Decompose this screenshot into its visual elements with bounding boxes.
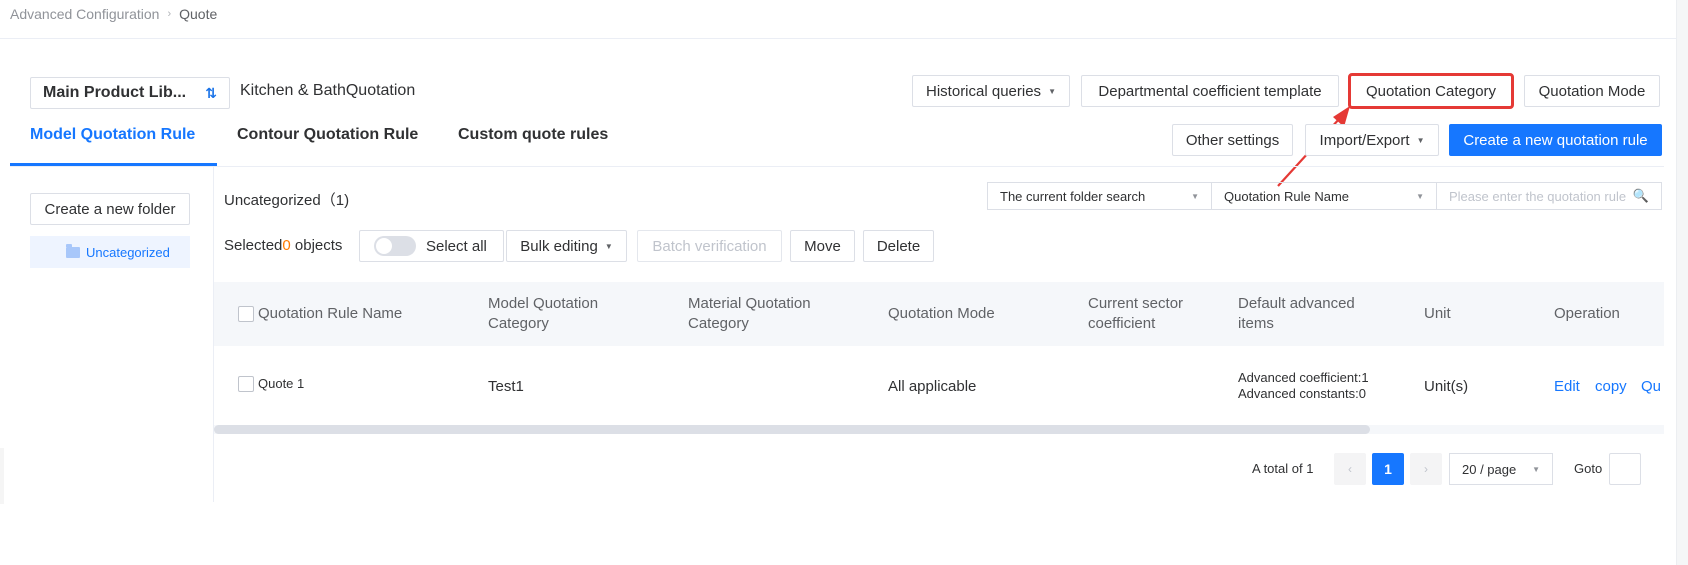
batch-verification-button[interactable]: Batch verification [637, 230, 782, 262]
more-operation-link[interactable]: Qu [1641, 378, 1662, 395]
row-name: Quote 1 [258, 376, 305, 391]
prev-page-button[interactable]: ‹ [1334, 453, 1366, 485]
left-edge-handle [0, 448, 4, 504]
row-mode: All applicable [888, 378, 977, 395]
column-header-line: Category [688, 315, 749, 332]
selected-suffix: objects [290, 237, 343, 254]
column-header-name[interactable]: Quotation Rule Name [258, 304, 402, 324]
column-header-operation: Operation [1554, 305, 1620, 322]
search-icon[interactable]: 🔍 [1633, 188, 1649, 204]
import-export-label: Import/Export [1319, 131, 1410, 149]
folder-item-label: Uncategorized [86, 244, 170, 260]
selected-prefix: Selected [224, 237, 283, 254]
caret-down-icon: ▼ [1416, 135, 1425, 145]
row-advanced-coefficient: Advanced coefficient:1 [1238, 370, 1369, 385]
tab-custom-quote-rules[interactable]: Custom quote rules [458, 126, 608, 144]
search-field-select[interactable]: Quotation Rule Name ▼ [1212, 182, 1437, 210]
pagination-total: A total of 1 [1252, 461, 1314, 476]
selected-count: 0 [282, 237, 291, 254]
column-header-line: Model Quotation [488, 295, 599, 312]
move-label: Move [804, 237, 841, 255]
create-folder-button[interactable]: Create a new folder [30, 193, 190, 225]
column-header-mode[interactable]: Quotation Mode [888, 304, 995, 324]
bulk-editing-label: Bulk editing [520, 237, 598, 255]
edit-link[interactable]: Edit [1554, 378, 1580, 395]
select-all-toggle-button[interactable]: Select all [359, 230, 504, 262]
tabs-divider [10, 166, 1664, 167]
next-page-button[interactable]: › [1410, 453, 1442, 485]
folder-title: Uncategorized（1) [224, 192, 350, 209]
column-header-unit[interactable]: Unit [1424, 304, 1451, 324]
product-library-select[interactable]: Main Product Lib... ⇅ [30, 77, 230, 109]
breadcrumb-separator: › [167, 8, 172, 20]
row-advanced-constants: Advanced constants:0 [1238, 386, 1366, 401]
page-size-label: 20 / page [1462, 461, 1517, 477]
page-1-button[interactable]: 1 [1372, 453, 1404, 485]
tab-contour-quotation-rule[interactable]: Contour Quotation Rule [237, 126, 418, 144]
quotation-mode-label: Quotation Mode [1538, 82, 1646, 100]
row-unit: Unit(s) [1424, 378, 1469, 395]
caret-down-icon: ▼ [1532, 464, 1540, 474]
column-header-line: Current sector [1088, 295, 1184, 312]
historical-queries-button[interactable]: Historical queries ▼ [912, 75, 1070, 107]
quotation-category-button[interactable]: Quotation Category [1348, 73, 1514, 109]
row-model-category: Test1 [488, 378, 524, 395]
folder-icon [66, 243, 80, 258]
column-header-model-category[interactable]: Model Quotation Category [488, 294, 598, 334]
header-divider [0, 38, 1688, 39]
create-quotation-rule-button[interactable]: Create a new quotation rule [1449, 124, 1662, 156]
search-input[interactable] [1449, 188, 1629, 204]
goto-page-input[interactable] [1609, 453, 1641, 485]
column-header-line: Material Quotation [688, 295, 811, 312]
column-header-line: items [1238, 315, 1274, 332]
delete-button[interactable]: Delete [863, 230, 934, 262]
caret-down-icon: ▼ [1416, 191, 1424, 201]
search-box: 🔍 [1437, 182, 1662, 210]
coefficient-template-label: Departmental coefficient template [1098, 82, 1322, 100]
folder-item-uncategorized[interactable]: Uncategorized [30, 236, 190, 268]
search-field-label: Quotation Rule Name [1224, 188, 1350, 204]
import-export-button[interactable]: Import/Export ▼ [1305, 124, 1439, 156]
search-scope-select[interactable]: The current folder search ▼ [987, 182, 1212, 210]
quotation-category-label: Quotation Category [1365, 82, 1497, 100]
product-library-label: Main Product Lib... [43, 84, 187, 101]
select-all-label: Select all [426, 237, 487, 255]
copy-link[interactable]: copy [1595, 378, 1627, 395]
column-header-line: Category [488, 315, 549, 332]
column-header-advanced-items[interactable]: Default advanced items [1238, 294, 1355, 334]
batch-verification-label: Batch verification [652, 237, 767, 255]
bulk-editing-button[interactable]: Bulk editing ▼ [506, 230, 627, 262]
goto-label: Goto [1574, 461, 1603, 476]
column-header-line: Default advanced [1238, 295, 1355, 312]
other-settings-label: Other settings [1185, 131, 1280, 149]
row-advanced-items: Advanced coefficient:1 Advanced constant… [1238, 370, 1369, 402]
select-all-switch[interactable] [374, 236, 416, 256]
tab-model-quotation-rule[interactable]: Model Quotation Rule [30, 126, 195, 144]
search-scope-label: The current folder search [1000, 188, 1146, 204]
breadcrumb-root[interactable]: Advanced Configuration [10, 6, 159, 22]
caret-down-icon: ▼ [1191, 191, 1199, 201]
select-all-rows-checkbox[interactable] [238, 306, 254, 322]
page-size-select[interactable]: 20 / page ▼ [1449, 453, 1553, 485]
create-folder-label: Create a new folder [44, 200, 176, 218]
caret-down-icon: ▼ [604, 241, 613, 251]
column-header-sector-coefficient[interactable]: Current sector coefficient [1088, 294, 1183, 334]
swap-icon[interactable]: ⇅ [205, 85, 217, 102]
breadcrumb: Advanced Configuration › Quote [10, 6, 217, 22]
library-title: Kitchen & BathQuotation [240, 82, 416, 99]
table-scrollbar-thumb[interactable] [214, 425, 1370, 434]
historical-queries-label: Historical queries [926, 82, 1042, 100]
create-quotation-rule-label: Create a new quotation rule [1463, 131, 1648, 149]
other-settings-button[interactable]: Other settings [1172, 124, 1293, 156]
column-header-line: coefficient [1088, 315, 1156, 332]
breadcrumb-current: Quote [179, 6, 218, 22]
quotation-mode-button[interactable]: Quotation Mode [1524, 75, 1660, 107]
vertical-scrollbar[interactable] [1676, 0, 1688, 565]
caret-down-icon: ▼ [1048, 86, 1056, 96]
column-header-material-category[interactable]: Material Quotation Category [688, 294, 811, 334]
row-checkbox[interactable] [238, 376, 254, 392]
selected-count-text: Selected0 objects [224, 237, 342, 254]
move-button[interactable]: Move [790, 230, 855, 262]
delete-label: Delete [876, 237, 921, 255]
